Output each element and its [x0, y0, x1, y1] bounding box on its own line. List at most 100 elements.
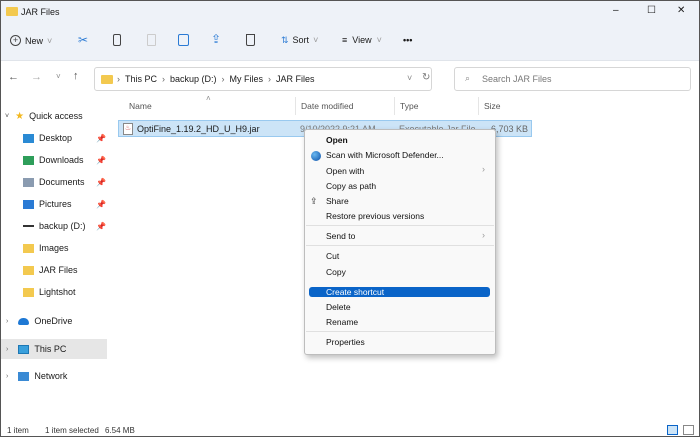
new-button[interactable]: + New ˅ — [10, 35, 52, 46]
status-bar: 1 item 1 item selected 6.54 MB — [1, 425, 699, 438]
menu-item-restore-previous-versions[interactable]: Restore previous versions — [326, 211, 424, 221]
item-count: 1 item — [7, 426, 29, 435]
search-box[interactable]: ⌕ Search JAR Files — [454, 67, 691, 91]
view-label: View — [352, 35, 372, 45]
tiles-view-button[interactable] — [683, 425, 694, 435]
context-menu: ⇪ › › Open Scan with Microsoft Defender..… — [304, 129, 496, 355]
sort-button[interactable]: ⇅ Sort ˅ — [281, 35, 318, 46]
breadcrumb-jar-files[interactable]: JAR Files — [276, 74, 315, 84]
pin-icon: 📌 — [96, 133, 106, 143]
rename-icon[interactable] — [178, 34, 189, 46]
sort-ascending-icon: ˄ — [206, 94, 211, 103]
close-button[interactable]: ✕ — [677, 5, 685, 16]
sidebar-label: Lightshot — [39, 287, 76, 297]
details-view-button[interactable] — [667, 425, 678, 435]
sidebar-item-images[interactable]: Images — [1, 238, 107, 258]
sidebar-label: Documents — [39, 177, 85, 187]
menu-item-open[interactable]: Open — [326, 135, 348, 145]
column-name[interactable]: Name — [129, 101, 152, 111]
forward-button[interactable]: → — [31, 71, 42, 83]
address-dropdown-icon[interactable]: ˅ — [407, 73, 412, 83]
sidebar-this-pc[interactable]: › This PC — [1, 339, 107, 359]
location-icon — [23, 155, 34, 165]
sidebar-quick-access[interactable]: ˅ ★ Quick access — [1, 106, 107, 126]
sidebar-onedrive[interactable]: › OneDrive — [1, 311, 107, 331]
sidebar-item-backup-d[interactable]: backup (D:) 📌 — [1, 216, 107, 236]
menu-item-delete[interactable]: Delete — [326, 302, 351, 312]
menu-item-scan-with-microsoft-defender[interactable]: Scan with Microsoft Defender... — [326, 150, 444, 160]
refresh-icon[interactable]: ↻ — [422, 72, 430, 83]
sort-label: Sort — [292, 35, 310, 45]
column-date[interactable]: Date modified — [301, 101, 353, 111]
file-name: OptiFine_1.19.2_HD_U_H9.jar — [137, 124, 260, 134]
menu-item-create-shortcut[interactable]: Create shortcut — [326, 287, 384, 297]
star-icon: ★ — [15, 110, 25, 122]
location-icon — [23, 177, 34, 187]
sidebar-item-lightshot[interactable]: Lightshot — [1, 282, 107, 302]
pin-icon: 📌 — [96, 199, 106, 209]
maximize-button[interactable]: ☐ — [647, 5, 656, 16]
defender-shield-icon — [311, 151, 321, 161]
back-button[interactable]: ← — [8, 71, 19, 83]
sidebar-label: Downloads — [39, 155, 84, 165]
paste-icon[interactable] — [147, 34, 156, 46]
share-icon[interactable]: ⇪ — [211, 32, 221, 46]
sidebar-item-downloads[interactable]: Downloads 📌 — [1, 150, 107, 170]
minimize-button[interactable]: – — [613, 5, 619, 16]
menu-item-share[interactable]: Share — [326, 196, 349, 206]
menu-item-send-to[interactable]: Send to — [326, 231, 355, 241]
share-icon: ⇪ — [310, 196, 318, 206]
menu-item-copy[interactable]: Copy — [326, 267, 346, 277]
sidebar-label: This PC — [34, 344, 67, 354]
file-explorer-window: JAR Files – ☐ ✕ + New ˅ ✂ ⇪ ⇅ Sort ˅ ≡ View ˅… — [0, 0, 700, 437]
jar-file-icon: ♨ — [123, 123, 133, 135]
menu-item-rename[interactable]: Rename — [326, 317, 358, 327]
computer-icon — [18, 344, 30, 354]
sidebar-label: Network — [34, 371, 68, 381]
breadcrumb-backup[interactable]: backup (D:) — [170, 74, 217, 84]
sidebar-label: JAR Files — [39, 265, 78, 275]
address-bar[interactable]: › This PC › backup (D:) › My Files › JAR Fil… — [94, 67, 432, 91]
sidebar-label: OneDrive — [34, 316, 73, 326]
delete-icon[interactable] — [246, 34, 255, 46]
sidebar-item-jar-files[interactable]: JAR Files — [1, 260, 107, 280]
location-icon — [23, 225, 34, 227]
column-size[interactable]: Size — [484, 101, 501, 111]
selected-count: 1 item selected — [45, 426, 99, 435]
view-button[interactable]: ≡ View ˅ — [342, 35, 382, 45]
folder-icon — [23, 287, 34, 297]
new-label: New — [25, 35, 44, 46]
up-button[interactable]: ↑ — [73, 70, 79, 82]
breadcrumb-my-files[interactable]: My Files — [230, 74, 264, 84]
sidebar-item-desktop[interactable]: Desktop 📌 — [1, 128, 107, 148]
menu-item-properties[interactable]: Properties — [326, 337, 365, 347]
network-icon — [18, 371, 30, 381]
location-icon — [23, 133, 34, 143]
breadcrumb: › This PC › backup (D:) › My Files › JAR Fil… — [117, 74, 315, 84]
file-size: 6,703 KB — [490, 124, 528, 134]
folder-icon — [101, 75, 113, 84]
view-icon: ≡ — [342, 35, 348, 45]
menu-item-cut[interactable]: Cut — [326, 251, 339, 261]
menu-item-copy-as-path[interactable]: Copy as path — [326, 181, 376, 191]
sidebar-item-documents[interactable]: Documents 📌 — [1, 172, 107, 192]
menu-item-open-with[interactable]: Open with — [326, 166, 364, 176]
more-options-button[interactable]: ••• — [403, 35, 412, 45]
folder-icon — [23, 243, 34, 253]
sidebar-network[interactable]: › Network — [1, 366, 107, 386]
window-title: JAR Files — [21, 7, 60, 17]
location-icon — [23, 199, 34, 209]
pin-icon: 📌 — [96, 221, 106, 231]
sort-icon: ⇅ — [281, 35, 289, 45]
plus-icon: + — [10, 35, 21, 46]
command-bar: + New ˅ ✂ ⇪ ⇅ Sort ˅ ≡ View ˅ ••• — [1, 23, 699, 61]
search-input[interactable]: Search JAR Files — [482, 74, 552, 84]
cut-icon[interactable]: ✂ — [78, 33, 88, 47]
submenu-arrow-icon: › — [482, 230, 485, 240]
copy-icon[interactable] — [113, 34, 121, 46]
sidebar-label: Pictures — [39, 199, 72, 209]
recent-locations-button[interactable]: ˅ — [56, 72, 61, 81]
breadcrumb-this-pc[interactable]: This PC — [125, 74, 157, 84]
column-type[interactable]: Type — [400, 101, 418, 111]
sidebar-item-pictures[interactable]: Pictures 📌 — [1, 194, 107, 214]
